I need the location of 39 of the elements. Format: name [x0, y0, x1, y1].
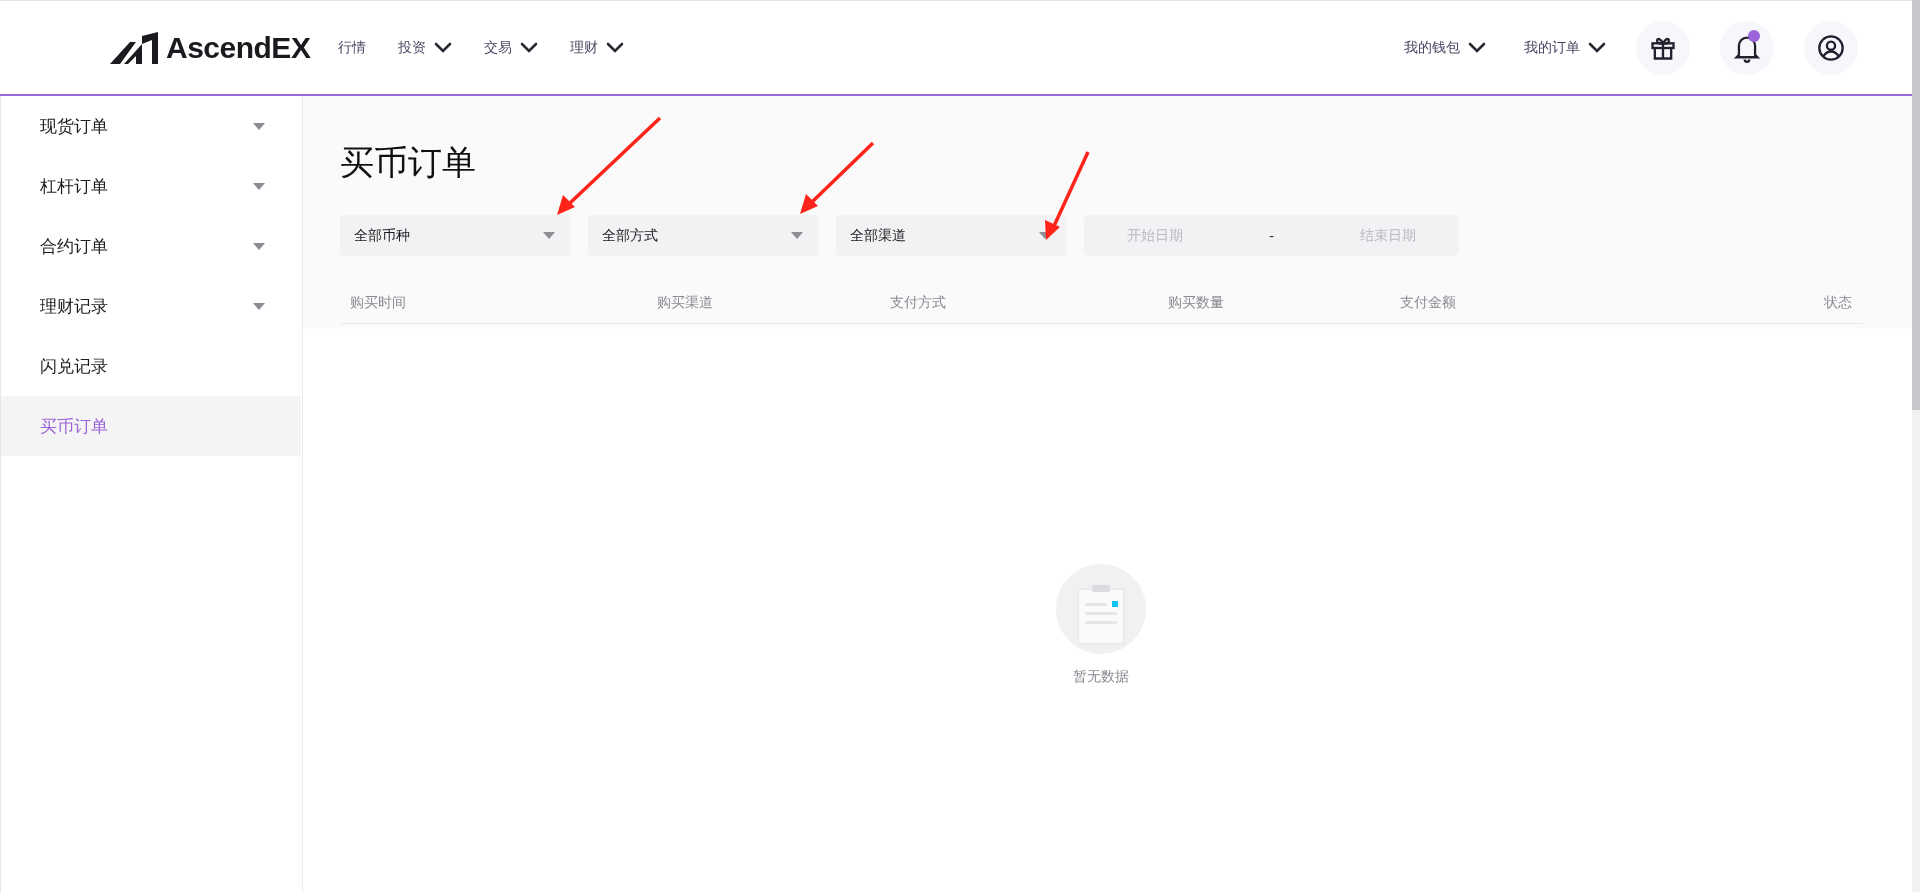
column-header: 支付金额: [1400, 293, 1456, 312]
user-icon: [1817, 33, 1845, 62]
filter-select[interactable]: 全部方式: [588, 215, 819, 256]
sidebar-item[interactable]: 买币订单: [1, 396, 301, 456]
column-header: 购买渠道: [657, 293, 713, 312]
caret-icon: [253, 302, 265, 310]
column-header: 购买时间: [350, 293, 406, 312]
sidebar-item[interactable]: 杠杆订单: [1, 156, 301, 216]
column-header: 购买数量: [1168, 293, 1224, 312]
sidebar-item[interactable]: 合约订单: [1, 216, 301, 276]
empty-clipboard-icon: [1056, 564, 1146, 654]
page-title: 买币订单: [340, 141, 476, 184]
chevron-down-icon: [606, 42, 625, 53]
chevron-down-icon: [1588, 42, 1606, 53]
scrollbar-thumb[interactable]: [1912, 0, 1920, 410]
caret-icon: [253, 242, 265, 250]
nav-item[interactable]: 交易: [484, 38, 539, 57]
empty-state-text: 暂无数据: [1073, 668, 1129, 686]
nav-item[interactable]: 理财: [570, 38, 625, 57]
caret-icon: [253, 182, 265, 190]
caret-icon: [543, 232, 555, 239]
nav-item[interactable]: 我的钱包: [1404, 38, 1486, 57]
sidebar-item[interactable]: 理财记录: [1, 276, 301, 336]
logo-icon: [110, 31, 160, 64]
nav-item[interactable]: 投资: [398, 38, 453, 57]
nav-item[interactable]: 行情: [338, 38, 367, 57]
nav-item[interactable]: 我的订单: [1524, 38, 1606, 57]
chevron-down-icon: [520, 42, 539, 53]
caret-icon: [791, 232, 803, 239]
chevron-down-icon: [1468, 42, 1486, 53]
filter-select[interactable]: 全部币种: [340, 215, 571, 256]
column-header: 支付方式: [890, 293, 946, 312]
chevron-down-icon: [434, 42, 453, 53]
logo-text[interactable]: AscendEX: [166, 30, 311, 65]
sidebar-item[interactable]: 现货订单: [1, 96, 301, 156]
column-header: 状态: [1824, 293, 1852, 312]
sidebar-item[interactable]: 闪兑记录: [1, 336, 301, 396]
caret-icon: [253, 122, 265, 130]
filter-select[interactable]: 全部渠道: [836, 215, 1067, 256]
